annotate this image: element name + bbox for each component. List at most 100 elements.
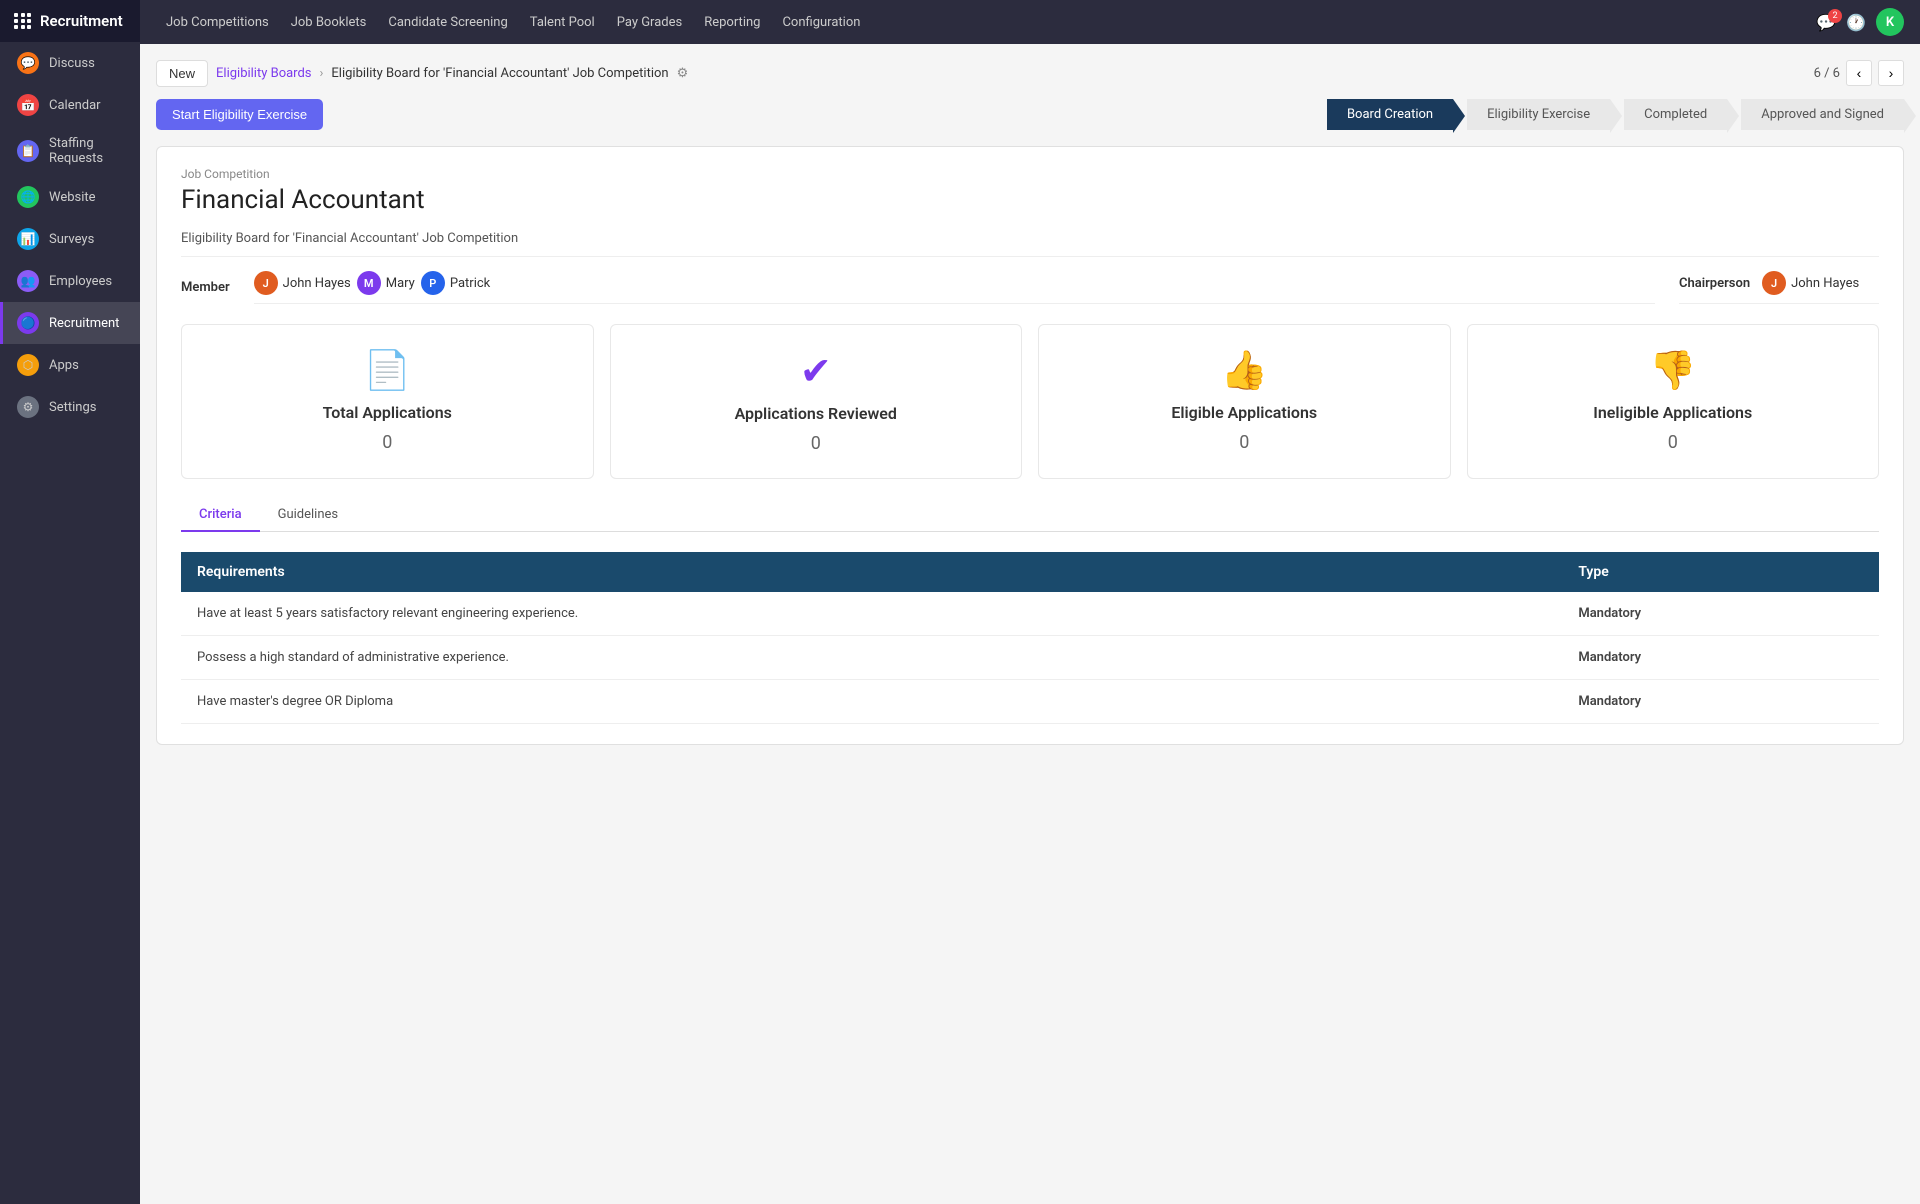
pagination: 6 / 6 ‹ ›	[1814, 60, 1904, 86]
settings-icon[interactable]: ⚙	[677, 66, 689, 81]
member-avatar: M	[357, 271, 381, 295]
stat-value: 0	[382, 432, 392, 453]
nav-link-talent-pool[interactable]: Talent Pool	[520, 11, 605, 34]
board-title: Eligibility Board for 'Financial Account…	[181, 231, 1879, 257]
top-nav-right: 💬 2 🕐 K	[1816, 8, 1904, 36]
req-text: Possess a high standard of administrativ…	[181, 636, 1562, 680]
stage-board-creation[interactable]: Board Creation	[1327, 99, 1453, 130]
stat-icon-thumbup: 👍	[1221, 349, 1268, 393]
col-type: Type	[1562, 552, 1879, 592]
job-title: Financial Accountant	[181, 185, 1879, 215]
stat-icon-doc: 📄	[364, 349, 411, 393]
sidebar-item-settings[interactable]: ⚙ Settings	[0, 386, 140, 428]
sidebar-item-apps[interactable]: ⬡ Apps	[0, 344, 140, 386]
sidebar-icon: 📅	[17, 94, 39, 116]
req-type: Mandatory	[1562, 680, 1879, 724]
sidebar-label: Employees	[49, 274, 112, 289]
member-avatar: J	[254, 271, 278, 295]
sidebar-icon: 🌐	[17, 186, 39, 208]
stage-eligibility-exercise[interactable]: Eligibility Exercise	[1467, 99, 1610, 130]
sidebar-header: Recruitment	[0, 0, 140, 42]
stat-card-eligible-applications: 👍 Eligible Applications 0	[1038, 324, 1451, 479]
nav-link-candidate-screening[interactable]: Candidate Screening	[378, 11, 517, 34]
stat-value: 0	[1239, 432, 1249, 453]
prev-page-button[interactable]: ‹	[1846, 60, 1872, 86]
member-name: Mary	[386, 276, 415, 291]
sidebar-label: Calendar	[49, 98, 101, 113]
sidebar-icon: ⬡	[17, 354, 39, 376]
tab-guidelines[interactable]: Guidelines	[260, 499, 357, 532]
clock-icon[interactable]: 🕐	[1846, 13, 1866, 32]
stat-card-total-applications: 📄 Total Applications 0	[181, 324, 594, 479]
sidebar-item-calendar[interactable]: 📅 Calendar	[0, 84, 140, 126]
sidebar-label: Discuss	[49, 56, 95, 71]
sidebar-label: Recruitment	[49, 316, 119, 331]
sidebar-icon: 💬	[17, 52, 39, 74]
member-chips: J John HayesM MaryP Patrick	[254, 271, 1655, 304]
user-avatar[interactable]: K	[1876, 8, 1904, 36]
new-button[interactable]: New	[156, 60, 208, 87]
stage-approved-and-signed[interactable]: Approved and Signed	[1741, 99, 1904, 130]
chairperson-section: Chairperson J John Hayes	[1679, 271, 1879, 304]
sidebar-icon: 👥	[17, 270, 39, 292]
sidebar-item-staffing-requests[interactable]: 📋 Staffing Requests	[0, 126, 140, 176]
stat-value: 0	[1668, 432, 1678, 453]
chairperson-name: John Hayes	[1791, 276, 1859, 291]
member-label: Member	[181, 280, 230, 295]
sidebar-icon: 📋	[17, 140, 39, 162]
tab-criteria[interactable]: Criteria	[181, 499, 260, 532]
nav-link-configuration[interactable]: Configuration	[772, 11, 870, 34]
requirements-table: Requirements Type Have at least 5 years …	[181, 552, 1879, 724]
stat-card-applications-reviewed: ✔ Applications Reviewed 0	[610, 324, 1023, 479]
member-chip-mary[interactable]: M Mary	[357, 271, 415, 295]
sidebar-item-recruitment[interactable]: 🔵 Recruitment	[0, 302, 140, 344]
page-header: New Eligibility Boards › Eligibility Boa…	[156, 60, 1904, 87]
sidebar-icon: ⚙	[17, 396, 39, 418]
sidebar-label: Surveys	[49, 232, 94, 247]
breadcrumb-separator: ›	[320, 66, 324, 81]
nav-link-job-competitions[interactable]: Job Competitions	[156, 11, 279, 34]
table-body: Have at least 5 years satisfactory relev…	[181, 592, 1879, 724]
req-text: Have master's degree OR Diploma	[181, 680, 1562, 724]
nav-link-pay-grades[interactable]: Pay Grades	[607, 11, 693, 34]
req-type: Mandatory	[1562, 592, 1879, 636]
grid-icon	[14, 13, 32, 29]
stage-completed[interactable]: Completed	[1624, 99, 1727, 130]
start-eligibility-button[interactable]: Start Eligibility Exercise	[156, 99, 323, 130]
col-requirements: Requirements	[181, 552, 1562, 592]
sidebar-item-discuss[interactable]: 💬 Discuss	[0, 42, 140, 84]
sidebar-icon: 🔵	[17, 312, 39, 334]
tabs: CriteriaGuidelines	[181, 499, 1879, 532]
breadcrumb-area: New Eligibility Boards › Eligibility Boa…	[156, 60, 688, 87]
chairperson-avatar: J	[1762, 271, 1786, 295]
sidebar-item-surveys[interactable]: 📊 Surveys	[0, 218, 140, 260]
member-avatar: P	[421, 271, 445, 295]
sidebar-brand: Recruitment	[40, 12, 123, 30]
messages-icon[interactable]: 💬 2	[1816, 13, 1836, 32]
sidebar-item-employees[interactable]: 👥 Employees	[0, 260, 140, 302]
table-row: Possess a high standard of administrativ…	[181, 636, 1879, 680]
req-type: Mandatory	[1562, 636, 1879, 680]
sidebar: Recruitment 💬 Discuss📅 Calendar📋 Staffin…	[0, 0, 140, 1204]
member-row: Member J John HayesM MaryP Patrick Chair…	[181, 271, 1879, 304]
member-chip-patrick[interactable]: P Patrick	[421, 271, 490, 295]
stat-label: Ineligible Applications	[1593, 403, 1752, 422]
top-nav: Job CompetitionsJob BookletsCandidate Sc…	[140, 0, 1920, 44]
stat-icon-check: ✔	[800, 349, 832, 394]
sidebar-label: Apps	[49, 358, 79, 373]
content: New Eligibility Boards › Eligibility Boa…	[140, 44, 1920, 1204]
next-page-button[interactable]: ›	[1878, 60, 1904, 86]
job-section-label: Job Competition	[181, 167, 1879, 181]
member-chip-john-hayes[interactable]: J John Hayes	[254, 271, 351, 295]
nav-link-reporting[interactable]: Reporting	[694, 11, 770, 34]
breadcrumb-parent[interactable]: Eligibility Boards	[216, 66, 312, 81]
stat-icon-thumbdown: 👎	[1649, 349, 1696, 393]
main-card: Job Competition Financial Accountant Eli…	[156, 146, 1904, 745]
nav-link-job-booklets[interactable]: Job Booklets	[281, 11, 377, 34]
stat-card-ineligible-applications: 👎 Ineligible Applications 0	[1467, 324, 1880, 479]
sidebar-label: Settings	[49, 400, 96, 415]
table-row: Have at least 5 years satisfactory relev…	[181, 592, 1879, 636]
sidebar-item-website[interactable]: 🌐 Website	[0, 176, 140, 218]
chairperson-label: Chairperson	[1679, 276, 1750, 291]
notification-badge: 2	[1828, 9, 1842, 23]
